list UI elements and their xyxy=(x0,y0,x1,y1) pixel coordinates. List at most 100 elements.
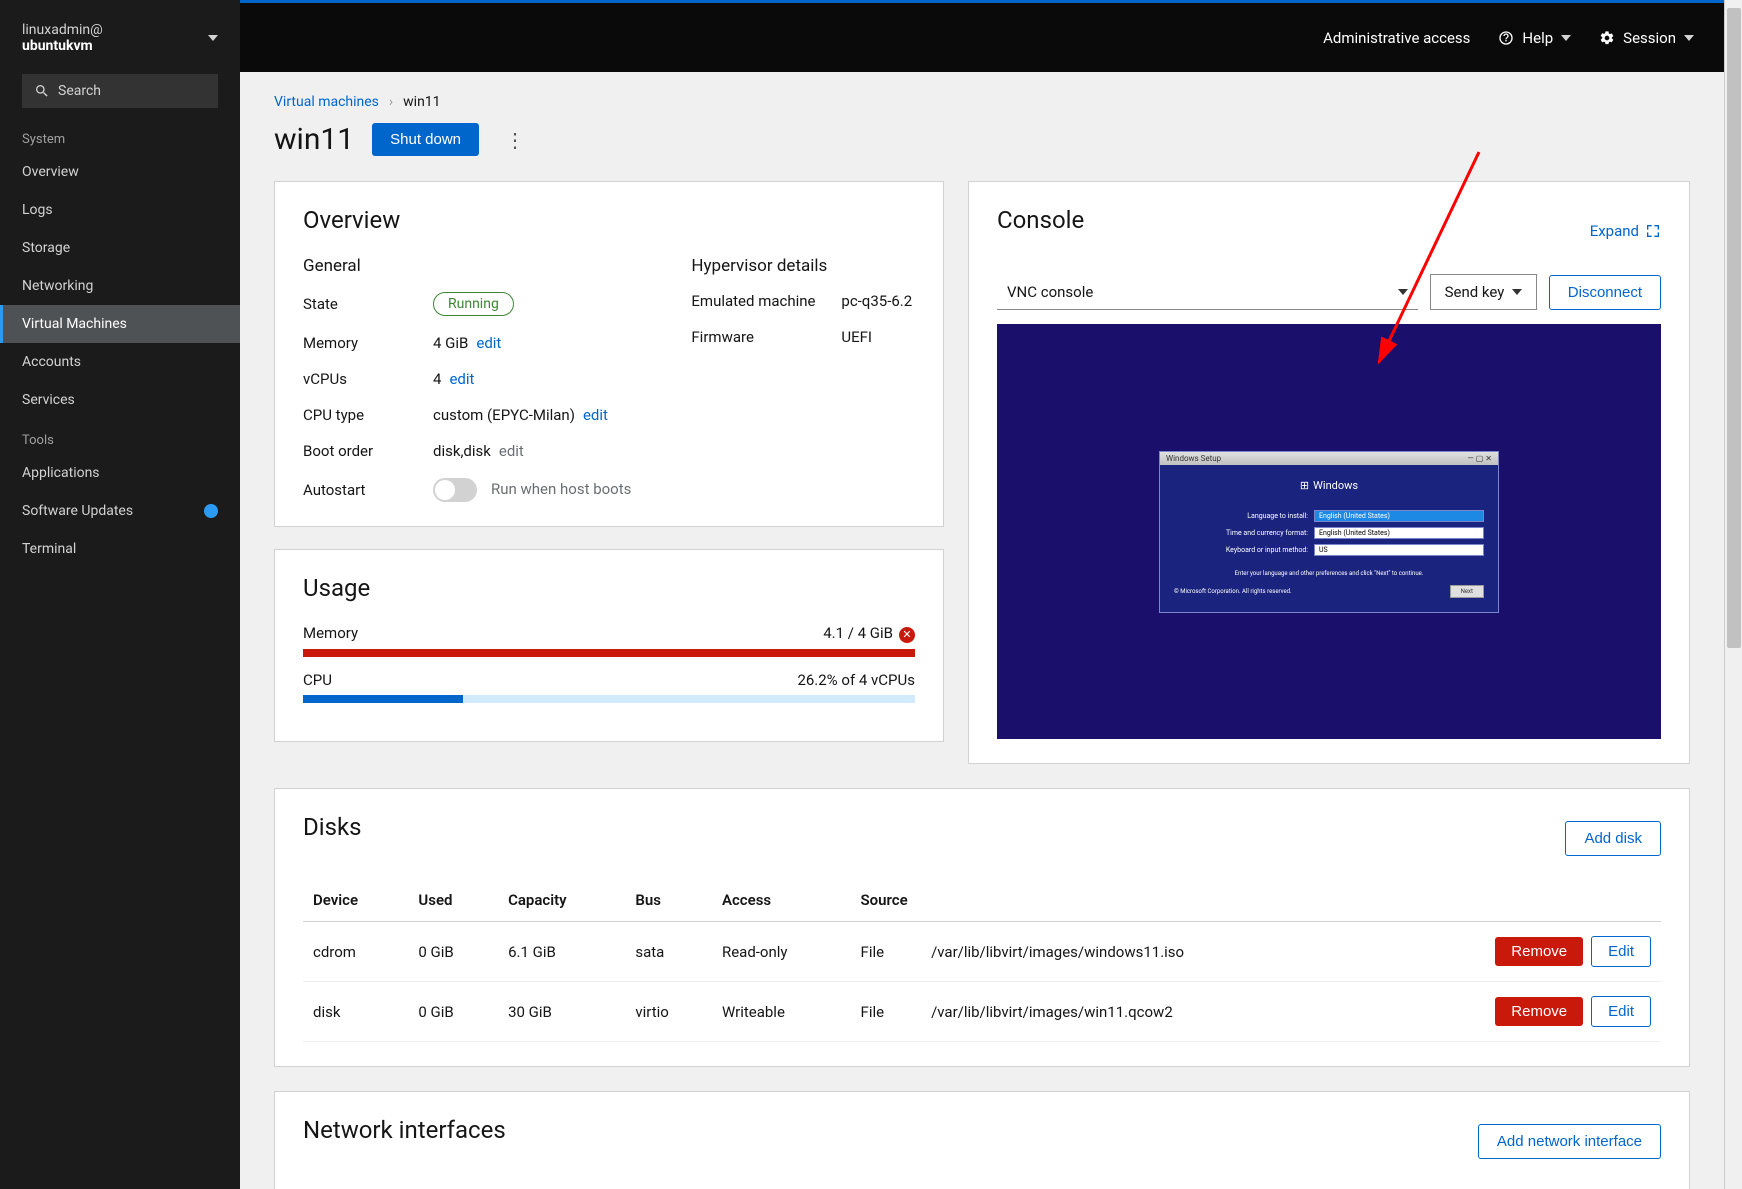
nav-networking[interactable]: Networking xyxy=(0,267,240,305)
col-ip: IP address xyxy=(1009,1182,1362,1189)
kebab-menu-icon[interactable]: ⋮ xyxy=(497,124,533,156)
content-area: Virtual machines › win11 win11 Shut down… xyxy=(240,72,1724,1189)
col-model: Model type xyxy=(466,1182,656,1189)
nav-services[interactable]: Services xyxy=(0,381,240,419)
breadcrumb: Virtual machines › win11 xyxy=(274,94,1690,110)
caret-down-icon xyxy=(1684,35,1694,41)
remove-disk-button[interactable]: Remove xyxy=(1495,997,1583,1026)
page-title: win11 xyxy=(274,122,354,157)
nav-storage[interactable]: Storage xyxy=(0,229,240,267)
state-value: Running xyxy=(433,292,514,316)
nav-group-tools: Tools xyxy=(0,419,240,454)
disks-card: Disks Add disk Device Used Capacity Bus … xyxy=(274,788,1690,1067)
user-name: linuxadmin@ xyxy=(22,22,103,38)
table-row: disk 0 GiB 30 GiB virtio Writeable File … xyxy=(303,982,1661,1042)
time-select[interactable]: English (United States) xyxy=(1314,527,1484,539)
windows-logo-icon: ⊞ Windows xyxy=(1174,479,1484,492)
edit-disk-button[interactable]: Edit xyxy=(1591,936,1651,967)
console-type-select[interactable]: VNC console xyxy=(997,275,1418,310)
shutdown-button[interactable]: Shut down xyxy=(372,123,479,156)
overview-title: Overview xyxy=(303,206,915,234)
vcpus-edit-link[interactable]: edit xyxy=(449,370,474,388)
autostart-toggle[interactable] xyxy=(433,478,477,502)
hypervisor-title: Hypervisor details xyxy=(691,256,912,276)
gear-icon xyxy=(1599,30,1615,46)
memory-usage-bar xyxy=(303,649,915,657)
edit-disk-button[interactable]: Edit xyxy=(1591,996,1651,1027)
nav-applications[interactable]: Applications xyxy=(0,454,240,492)
memory-edit-link[interactable]: edit xyxy=(476,334,501,352)
caret-down-icon xyxy=(208,35,218,41)
state-label: State xyxy=(303,295,433,313)
col-used: Used xyxy=(408,879,498,922)
usage-cpu-text: 26.2% of 4 vCPUs xyxy=(797,671,915,689)
cputype-value: custom (EPYC-Milan) xyxy=(433,406,575,424)
add-disk-button[interactable]: Add disk xyxy=(1565,821,1661,856)
emu-value: pc-q35-6.2 xyxy=(841,292,912,310)
add-network-button[interactable]: Add network interface xyxy=(1478,1124,1661,1159)
host-name: ubuntukvm xyxy=(22,38,103,54)
page-header: win11 Shut down ⋮ xyxy=(274,122,1690,157)
search-input[interactable]: Search xyxy=(22,74,218,108)
col-source: Source xyxy=(851,879,1364,922)
caret-down-icon xyxy=(1561,35,1571,41)
kb-select[interactable]: US xyxy=(1314,544,1484,556)
lang-select[interactable]: English (United States) xyxy=(1314,510,1484,522)
col-source: Source xyxy=(1362,1182,1552,1189)
cpu-usage-bar xyxy=(303,695,915,703)
boot-edit-link[interactable]: edit xyxy=(499,442,524,460)
expand-icon xyxy=(1645,223,1661,239)
disconnect-button[interactable]: Disconnect xyxy=(1549,275,1661,310)
nav-terminal[interactable]: Terminal xyxy=(0,530,240,568)
nav-logs[interactable]: Logs xyxy=(0,191,240,229)
col-type: Type xyxy=(303,1182,466,1189)
nav-software-updates[interactable]: Software Updates xyxy=(0,492,240,530)
nav-group-system: System xyxy=(0,118,240,153)
remove-disk-button[interactable]: Remove xyxy=(1495,937,1583,966)
caret-down-icon xyxy=(1398,289,1408,295)
usage-title: Usage xyxy=(303,574,915,602)
cputype-edit-link[interactable]: edit xyxy=(583,406,608,424)
chevron-right-icon: › xyxy=(389,94,393,110)
console-title: Console xyxy=(997,206,1084,234)
send-key-select[interactable]: Send key xyxy=(1430,274,1537,310)
memory-value: 4 GiB xyxy=(433,334,468,352)
boot-label: Boot order xyxy=(303,442,433,460)
usage-card: Usage Memory 4.1 / 4 GiB✕ CPU 26.2% of 4… xyxy=(274,549,944,742)
scrollbar-thumb[interactable] xyxy=(1727,8,1741,648)
col-access: Access xyxy=(712,879,851,922)
breadcrumb-root[interactable]: Virtual machines xyxy=(274,94,379,110)
network-title: Network interfaces xyxy=(303,1116,506,1144)
nav-accounts[interactable]: Accounts xyxy=(0,343,240,381)
nav-virtual-machines[interactable]: Virtual Machines xyxy=(0,305,240,343)
emu-label: Emulated machine xyxy=(691,292,841,310)
table-row: cdrom 0 GiB 6.1 GiB sata Read-only File … xyxy=(303,922,1661,982)
col-device: Device xyxy=(303,879,408,922)
user-selector[interactable]: linuxadmin@ ubuntukvm xyxy=(0,8,240,68)
help-icon xyxy=(1498,30,1514,46)
scrollbar[interactable] xyxy=(1724,0,1742,1189)
sidebar: linuxadmin@ ubuntukvm Search System Over… xyxy=(0,0,240,1189)
expand-console-link[interactable]: Expand xyxy=(1590,222,1661,240)
window-controls-icon: — ▢ ✕ xyxy=(1468,454,1492,463)
fw-label: Firmware xyxy=(691,328,841,346)
memory-label: Memory xyxy=(303,334,433,352)
autostart-label: Autostart xyxy=(303,481,433,499)
nav-overview[interactable]: Overview xyxy=(0,153,240,191)
col-state: State xyxy=(1552,1182,1661,1189)
main: Administrative access Help Session Virtu… xyxy=(240,0,1724,1189)
vnc-display[interactable]: Windows Setup— ▢ ✕ ⊞ Windows Language to… xyxy=(997,324,1661,739)
console-card: Console Expand VNC console Send key Disc… xyxy=(968,181,1690,764)
overview-card: Overview General State Running Memory 4 … xyxy=(274,181,944,527)
session-menu[interactable]: Session xyxy=(1599,29,1694,47)
disks-table: Device Used Capacity Bus Access Source c… xyxy=(303,879,1661,1042)
next-button[interactable]: Next xyxy=(1450,585,1484,598)
topbar: Administrative access Help Session xyxy=(240,0,1724,72)
help-menu[interactable]: Help xyxy=(1498,29,1571,47)
network-table: Type Model type MAC address IP address S… xyxy=(303,1182,1661,1189)
admin-access-indicator[interactable]: Administrative access xyxy=(1323,29,1470,47)
search-icon xyxy=(34,83,50,99)
breadcrumb-current: win11 xyxy=(403,94,440,110)
fw-value: UEFI xyxy=(841,328,912,346)
boot-value: disk,disk xyxy=(433,442,491,460)
